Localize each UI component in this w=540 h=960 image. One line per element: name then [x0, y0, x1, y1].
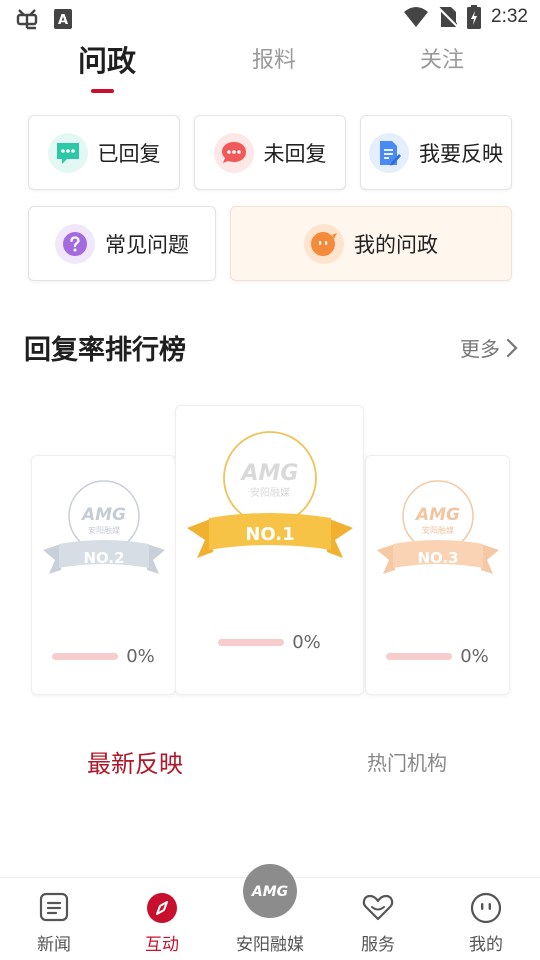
rate-text: 0% [292, 632, 321, 653]
document-edit-icon [369, 132, 409, 173]
more-label: 更多 [460, 337, 500, 361]
bottom-nav: 新闻 互动 AMG 安阳融媒 服务 我的 [0, 864, 540, 960]
nav-label: 互动 [145, 935, 179, 955]
nav-label: 服务 [361, 935, 395, 955]
rate-bar [386, 653, 453, 660]
replied-label: 已回复 [97, 141, 161, 166]
medal-icon: AMG 安阳融媒 NO.3 [376, 480, 499, 574]
tab-wenzheng[interactable]: 问政 [37, 38, 177, 80]
report-button[interactable]: 我要反映 [360, 115, 512, 190]
face-icon [470, 892, 502, 924]
rank-label: NO.1 [245, 524, 294, 545]
rank-label: NO.3 [417, 549, 458, 567]
tab-latest-reports[interactable]: 最新反映 [87, 744, 183, 779]
rate-bar [218, 639, 285, 646]
amg-logo-text: AMG [251, 884, 288, 900]
nav-mine[interactable]: 我的 [432, 878, 540, 960]
chat-dots-icon [213, 132, 254, 173]
medal-icon: AMG 安阳融媒 NO.1 [186, 431, 353, 558]
medal-logo-text: AMG [413, 505, 459, 525]
battery-charging-icon [467, 5, 482, 29]
speech-face-icon [304, 223, 344, 264]
medal-logo-sub: 安阳融媒 [422, 525, 454, 535]
medal-icon: AMG 安阳融媒 NO.2 [42, 480, 165, 574]
my-wenzheng-label: 我的问政 [354, 232, 438, 257]
nav-label: 我的 [469, 935, 503, 955]
nav-amg[interactable]: AMG 安阳融媒 [216, 864, 324, 960]
rank-card-1[interactable]: AMG 安阳融媒 NO.1 0% [175, 405, 364, 695]
my-wenzheng-button[interactable]: 我的问政 [230, 206, 512, 281]
more-link[interactable]: 更多 [460, 333, 518, 362]
nav-label: 新闻 [37, 935, 71, 955]
rate-row: 0% [176, 632, 363, 653]
rank-card-2[interactable]: AMG 安阳融媒 NO.2 0% [31, 455, 176, 695]
medal-logo-text: AMG [79, 505, 125, 525]
nav-service[interactable]: 服务 [324, 878, 432, 960]
amg-logo-icon: AMG [243, 864, 297, 918]
nav-label: 安阳融媒 [236, 935, 304, 955]
medal-logo-text: AMG [239, 461, 298, 486]
rank-label: NO.2 [83, 549, 124, 567]
rate-bar [52, 653, 119, 660]
rate-row: 0% [32, 646, 175, 667]
tab-baoliao[interactable]: 报料 [204, 42, 344, 74]
bug-icon [16, 9, 38, 30]
svg-text:A: A [58, 13, 68, 28]
tab-guanzhu[interactable]: 关注 [372, 42, 512, 74]
rank-card-3[interactable]: AMG 安阳融媒 NO.3 0% [365, 455, 510, 695]
status-bar: A 2:32 [0, 0, 540, 36]
ranking-title: 回复率排行榜 [24, 335, 186, 366]
chat-dots-icon [47, 132, 88, 173]
wifi-icon [404, 7, 429, 27]
rate-text: 0% [126, 646, 155, 667]
question-icon [55, 223, 95, 264]
font-a-icon: A [54, 9, 72, 29]
status-time: 2:32 [491, 6, 528, 27]
heart-icon [362, 894, 394, 921]
unreplied-button[interactable]: 未回复 [194, 115, 346, 190]
chevron-right-icon [506, 338, 518, 357]
medal-logo-sub: 安阳融媒 [88, 525, 120, 535]
rate-text: 0% [460, 646, 489, 667]
tab-hot-institutions[interactable]: 热门机构 [367, 747, 447, 776]
top-tab-bar: 问政 报料 关注 [0, 42, 540, 98]
report-label: 我要反映 [419, 141, 503, 166]
no-sim-icon [439, 6, 458, 27]
faq-label: 常见问题 [105, 232, 189, 257]
compass-icon [147, 893, 177, 923]
news-icon [39, 892, 69, 922]
faq-button[interactable]: 常见问题 [28, 206, 216, 281]
unreplied-label: 未回复 [263, 141, 327, 166]
nav-news[interactable]: 新闻 [0, 878, 108, 960]
rate-row: 0% [366, 646, 509, 667]
medal-logo-sub: 安阳融媒 [250, 486, 290, 499]
tab-indicator [91, 89, 114, 93]
nav-interact[interactable]: 互动 [108, 878, 216, 960]
replied-button[interactable]: 已回复 [28, 115, 180, 190]
